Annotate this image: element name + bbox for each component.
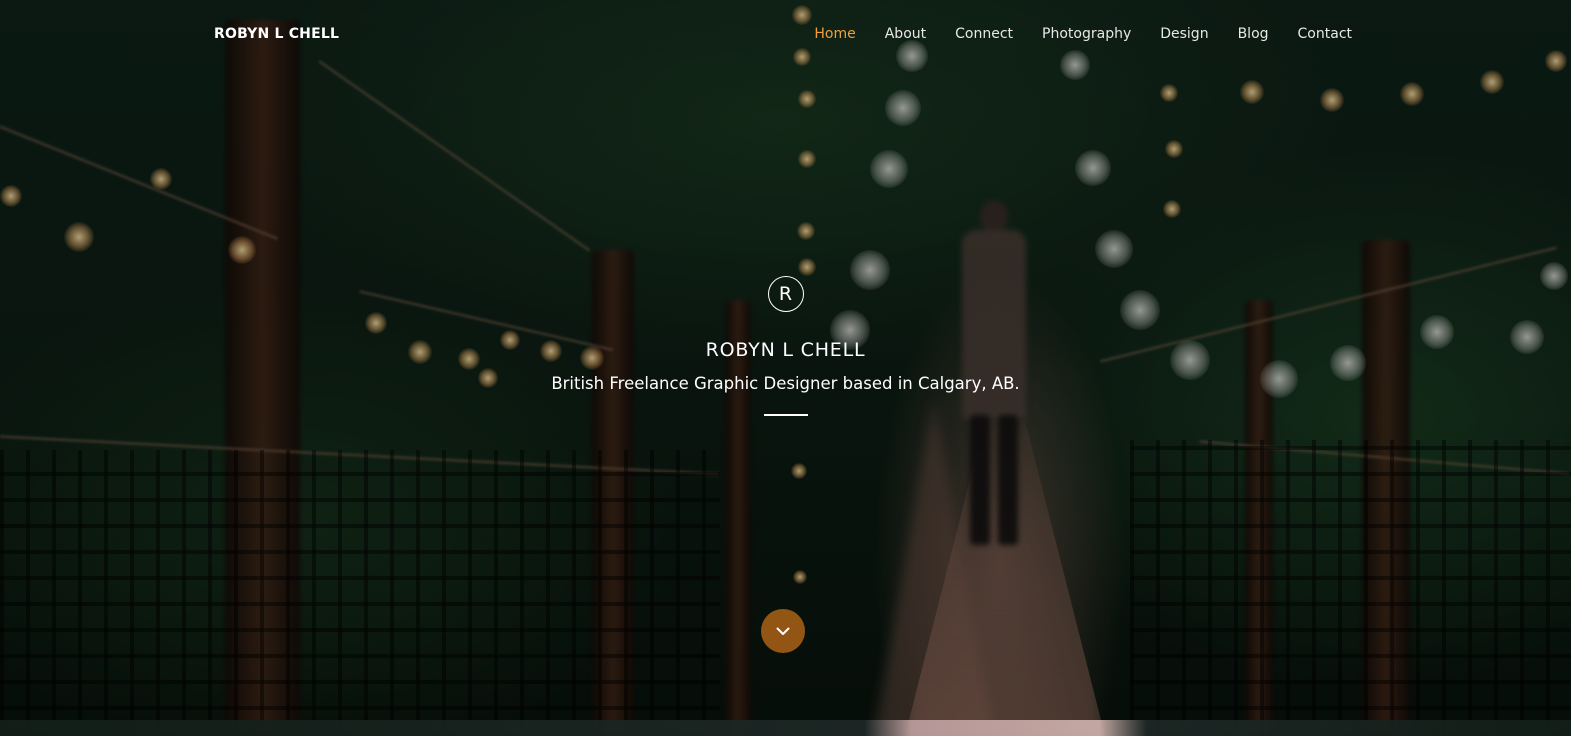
nav-item-about[interactable]: About: [885, 26, 926, 42]
title-divider: [763, 414, 808, 416]
chevron-down-icon: [776, 627, 790, 635]
hero-subtitle: British Freelance Graphic Designer based…: [551, 374, 1020, 393]
nav-item-photography[interactable]: Photography: [1042, 26, 1131, 42]
next-section-edge: [0, 720, 1571, 736]
hero-intro: R ROBYN L CHELL British Freelance Graphi…: [0, 276, 1571, 416]
scroll-down-button[interactable]: [761, 609, 805, 653]
nav-item-design[interactable]: Design: [1160, 26, 1208, 42]
nav-item-home[interactable]: Home: [814, 26, 855, 42]
hero-section: ROBYN L CHELL Home About Connect Photogr…: [0, 0, 1571, 736]
monogram-letter: R: [778, 282, 793, 305]
main-nav: Home About Connect Photography Design Bl…: [785, 26, 1352, 42]
brand-logo-link[interactable]: ROBYN L CHELL: [214, 26, 339, 42]
hero-title: ROBYN L CHELL: [705, 339, 866, 361]
monogram-logo: R: [767, 276, 804, 312]
site-header: ROBYN L CHELL Home About Connect Photogr…: [0, 0, 1571, 70]
nav-item-blog[interactable]: Blog: [1238, 26, 1269, 42]
nav-item-connect[interactable]: Connect: [955, 26, 1013, 42]
nav-item-contact[interactable]: Contact: [1298, 26, 1352, 42]
